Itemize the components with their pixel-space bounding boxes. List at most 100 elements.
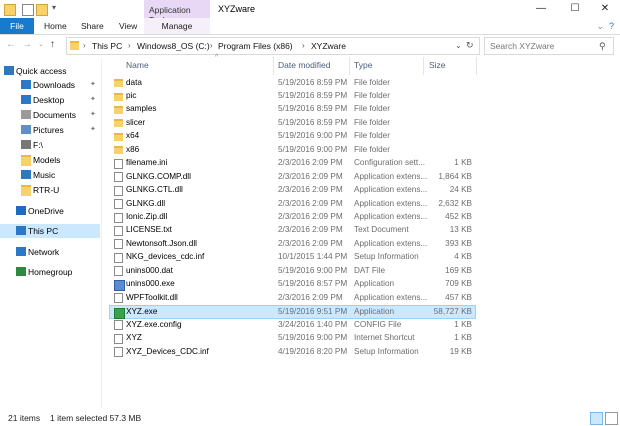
pin-icon[interactable]: ✦ [90, 110, 96, 118]
file-name: GLNKG.dll [126, 198, 166, 208]
breadcrumb-program-files[interactable]: Program Files (x86) [218, 41, 293, 51]
sidebar-item-label: Music [33, 170, 56, 180]
file-name: WPFToolkit.dll [126, 292, 178, 302]
sidebar-item-onedrive[interactable]: OneDrive [0, 204, 100, 218]
column-divider[interactable] [423, 57, 424, 75]
file-row[interactable]: Ionic.Zip.dll 2/3/2016 2:09 PM Application… [110, 211, 475, 224]
pin-icon[interactable]: ✦ [90, 95, 96, 103]
pin-icon[interactable]: ✦ [90, 80, 96, 88]
column-divider[interactable] [476, 57, 477, 75]
folder-icon [114, 132, 123, 141]
file-row[interactable]: data 5/19/2016 8:59 PM File folder [110, 76, 475, 89]
expand-ribbon-icon[interactable]: ⌄ [596, 21, 609, 31]
column-header-date[interactable]: Date modified [278, 60, 330, 74]
breadcrumb-xyzware[interactable]: XYZware [311, 41, 346, 51]
file-row[interactable]: XYZ.exe 5/19/2016 9:51 PM Application 58,72… [109, 304, 476, 319]
selection-info: 1 item selected 57.3 MB [50, 413, 142, 423]
file-date-modified: 5/19/2016 8:57 PM [278, 279, 348, 289]
address-bar[interactable]: › This PC › Windows8_OS (C:) › Program F… [66, 37, 480, 55]
search-input[interactable]: Search XYZware ⚲ [484, 37, 614, 55]
sidebar-item-rtr-u[interactable]: RTR-U [0, 183, 100, 197]
minimize-button[interactable]: — [526, 0, 556, 18]
file-name: GLNKG.COMP.dll [126, 171, 191, 181]
column-header-name[interactable]: Name [126, 60, 149, 74]
file-row[interactable]: GLNKG.CTL.dll 2/3/2016 2:09 PM Application… [110, 184, 475, 197]
help-icon[interactable]: ⌄ ? [596, 18, 614, 34]
large-icons-view-icon[interactable] [605, 412, 618, 425]
file-date-modified: 5/19/2016 8:59 PM [278, 77, 348, 87]
file-type: Internet Shortcut [354, 333, 415, 342]
up-icon[interactable]: ↑ [50, 39, 55, 50]
file-row[interactable]: unins000.dat 5/19/2016 9:00 PM DAT File 169… [110, 264, 475, 277]
file-row[interactable]: Newtonsoft.Json.dll 2/3/2016 2:09 PM Appli… [110, 237, 475, 250]
sidebar-item-pictures[interactable]: Pictures ✦ [0, 123, 100, 137]
column-divider[interactable] [273, 57, 274, 75]
column-header-type[interactable]: Type [354, 60, 372, 74]
file-row[interactable]: slicer 5/19/2016 8:59 PM File folder [110, 116, 475, 129]
breadcrumb-drive[interactable]: Windows8_OS (C:) [137, 41, 210, 51]
new-folder-icon[interactable] [36, 4, 48, 16]
pin-icon[interactable]: ✦ [90, 125, 96, 133]
file-row[interactable]: samples 5/19/2016 8:59 PM File folder [110, 103, 475, 116]
file-type: File folder [354, 77, 390, 87]
file-date-modified: 2/3/2016 2:09 PM [278, 238, 343, 248]
file-row[interactable]: XYZ.exe.config 3/24/2016 1:40 PM CONFIG Fi… [110, 318, 475, 331]
file-row[interactable]: unins000.exe 5/19/2016 8:57 PM Application… [110, 278, 475, 291]
file-type: File folder [354, 91, 390, 100]
file-row[interactable]: GLNKG.dll 2/3/2016 2:09 PM Application ext… [110, 197, 475, 210]
properties-icon[interactable] [22, 4, 34, 16]
back-icon[interactable]: ← [6, 39, 16, 50]
sidebar-item-music[interactable]: Music [0, 168, 100, 182]
file-row[interactable]: pic 5/19/2016 8:59 PM File folder [110, 90, 475, 103]
file-icon [114, 172, 123, 183]
tab-file[interactable]: File [0, 18, 34, 34]
file-row[interactable]: GLNKG.COMP.dll 2/3/2016 2:09 PM Applicatio… [110, 170, 475, 183]
ribbon-tabs: File Home Share View Manage ⌄ ? [0, 18, 620, 35]
column-header-size[interactable]: Size [429, 60, 446, 74]
tab-share[interactable]: Share [81, 18, 104, 34]
computer-icon [16, 226, 26, 235]
sidebar-item-network[interactable]: Network [0, 245, 100, 259]
file-row[interactable]: x86 5/19/2016 9:00 PM File folder [110, 143, 475, 156]
address-dropdown-icon[interactable]: ⌄ [455, 41, 462, 50]
status-bar: 21 items 1 item selected 57.3 MB [0, 410, 620, 426]
tab-home[interactable]: Home [44, 18, 67, 34]
sidebar-item-this-pc[interactable]: This PC [0, 224, 100, 238]
file-icon [114, 333, 123, 344]
pane-divider[interactable] [101, 58, 102, 408]
tab-manage[interactable]: Manage [144, 18, 210, 34]
file-row[interactable]: NKG_devices_cdc.inf 10/1/2015 1:44 PM Setu… [110, 251, 475, 264]
file-row[interactable]: WPFToolkit.dll 2/3/2016 2:09 PM Applicatio… [110, 291, 475, 304]
sidebar-item-documents[interactable]: Documents ✦ [0, 108, 100, 122]
file-size: 169 KB [445, 265, 472, 275]
file-name: x64 [126, 131, 140, 141]
file-date-modified: 5/19/2016 9:00 PM [278, 144, 348, 154]
file-row[interactable]: XYZ_Devices_CDC.inf 4/19/2016 8:20 PM Setu… [110, 345, 475, 358]
forward-icon[interactable]: → [22, 39, 32, 50]
sidebar-item-desktop[interactable]: Desktop ✦ [0, 93, 100, 107]
file-row[interactable]: filename.ini 2/3/2016 2:09 PM Configuratio… [110, 157, 475, 170]
breadcrumb-this-pc[interactable]: This PC [92, 41, 122, 51]
sidebar-item-label: This PC [28, 226, 59, 236]
file-row[interactable]: x64 5/19/2016 9:00 PM File folder [110, 130, 475, 143]
search-icon[interactable]: ⚲ [599, 41, 606, 52]
tab-view[interactable]: View [119, 18, 137, 34]
file-date-modified: 2/3/2016 2:09 PM [278, 292, 343, 302]
file-row[interactable]: LICENSE.txt 2/3/2016 2:09 PM Text Document… [110, 224, 475, 237]
customize-toolbar-icon[interactable]: ▾ [52, 3, 56, 12]
maximize-button[interactable]: ☐ [560, 0, 590, 18]
recent-locations-icon[interactable]: ⌄ [38, 40, 44, 48]
sidebar-item-f[interactable]: F:\ [0, 138, 100, 152]
sidebar-item-downloads[interactable]: Downloads ✦ [0, 78, 100, 92]
file-row[interactable]: XYZ 5/19/2016 9:00 PM Internet Shortcut 1 K… [110, 332, 475, 345]
file-type: Configuration sett... [354, 158, 425, 168]
pictures-icon [21, 125, 31, 134]
details-view-icon[interactable] [590, 412, 603, 425]
refresh-icon[interactable]: ↻ [466, 40, 474, 51]
sidebar-item-quick-access[interactable]: Quick access [0, 64, 100, 78]
file-name: unins000.exe [126, 279, 175, 289]
column-divider[interactable] [349, 57, 350, 75]
sidebar-item-models[interactable]: Models [0, 153, 100, 167]
sidebar-item-homegroup[interactable]: Homegroup [0, 265, 100, 279]
close-button[interactable]: ✕ [590, 0, 620, 18]
